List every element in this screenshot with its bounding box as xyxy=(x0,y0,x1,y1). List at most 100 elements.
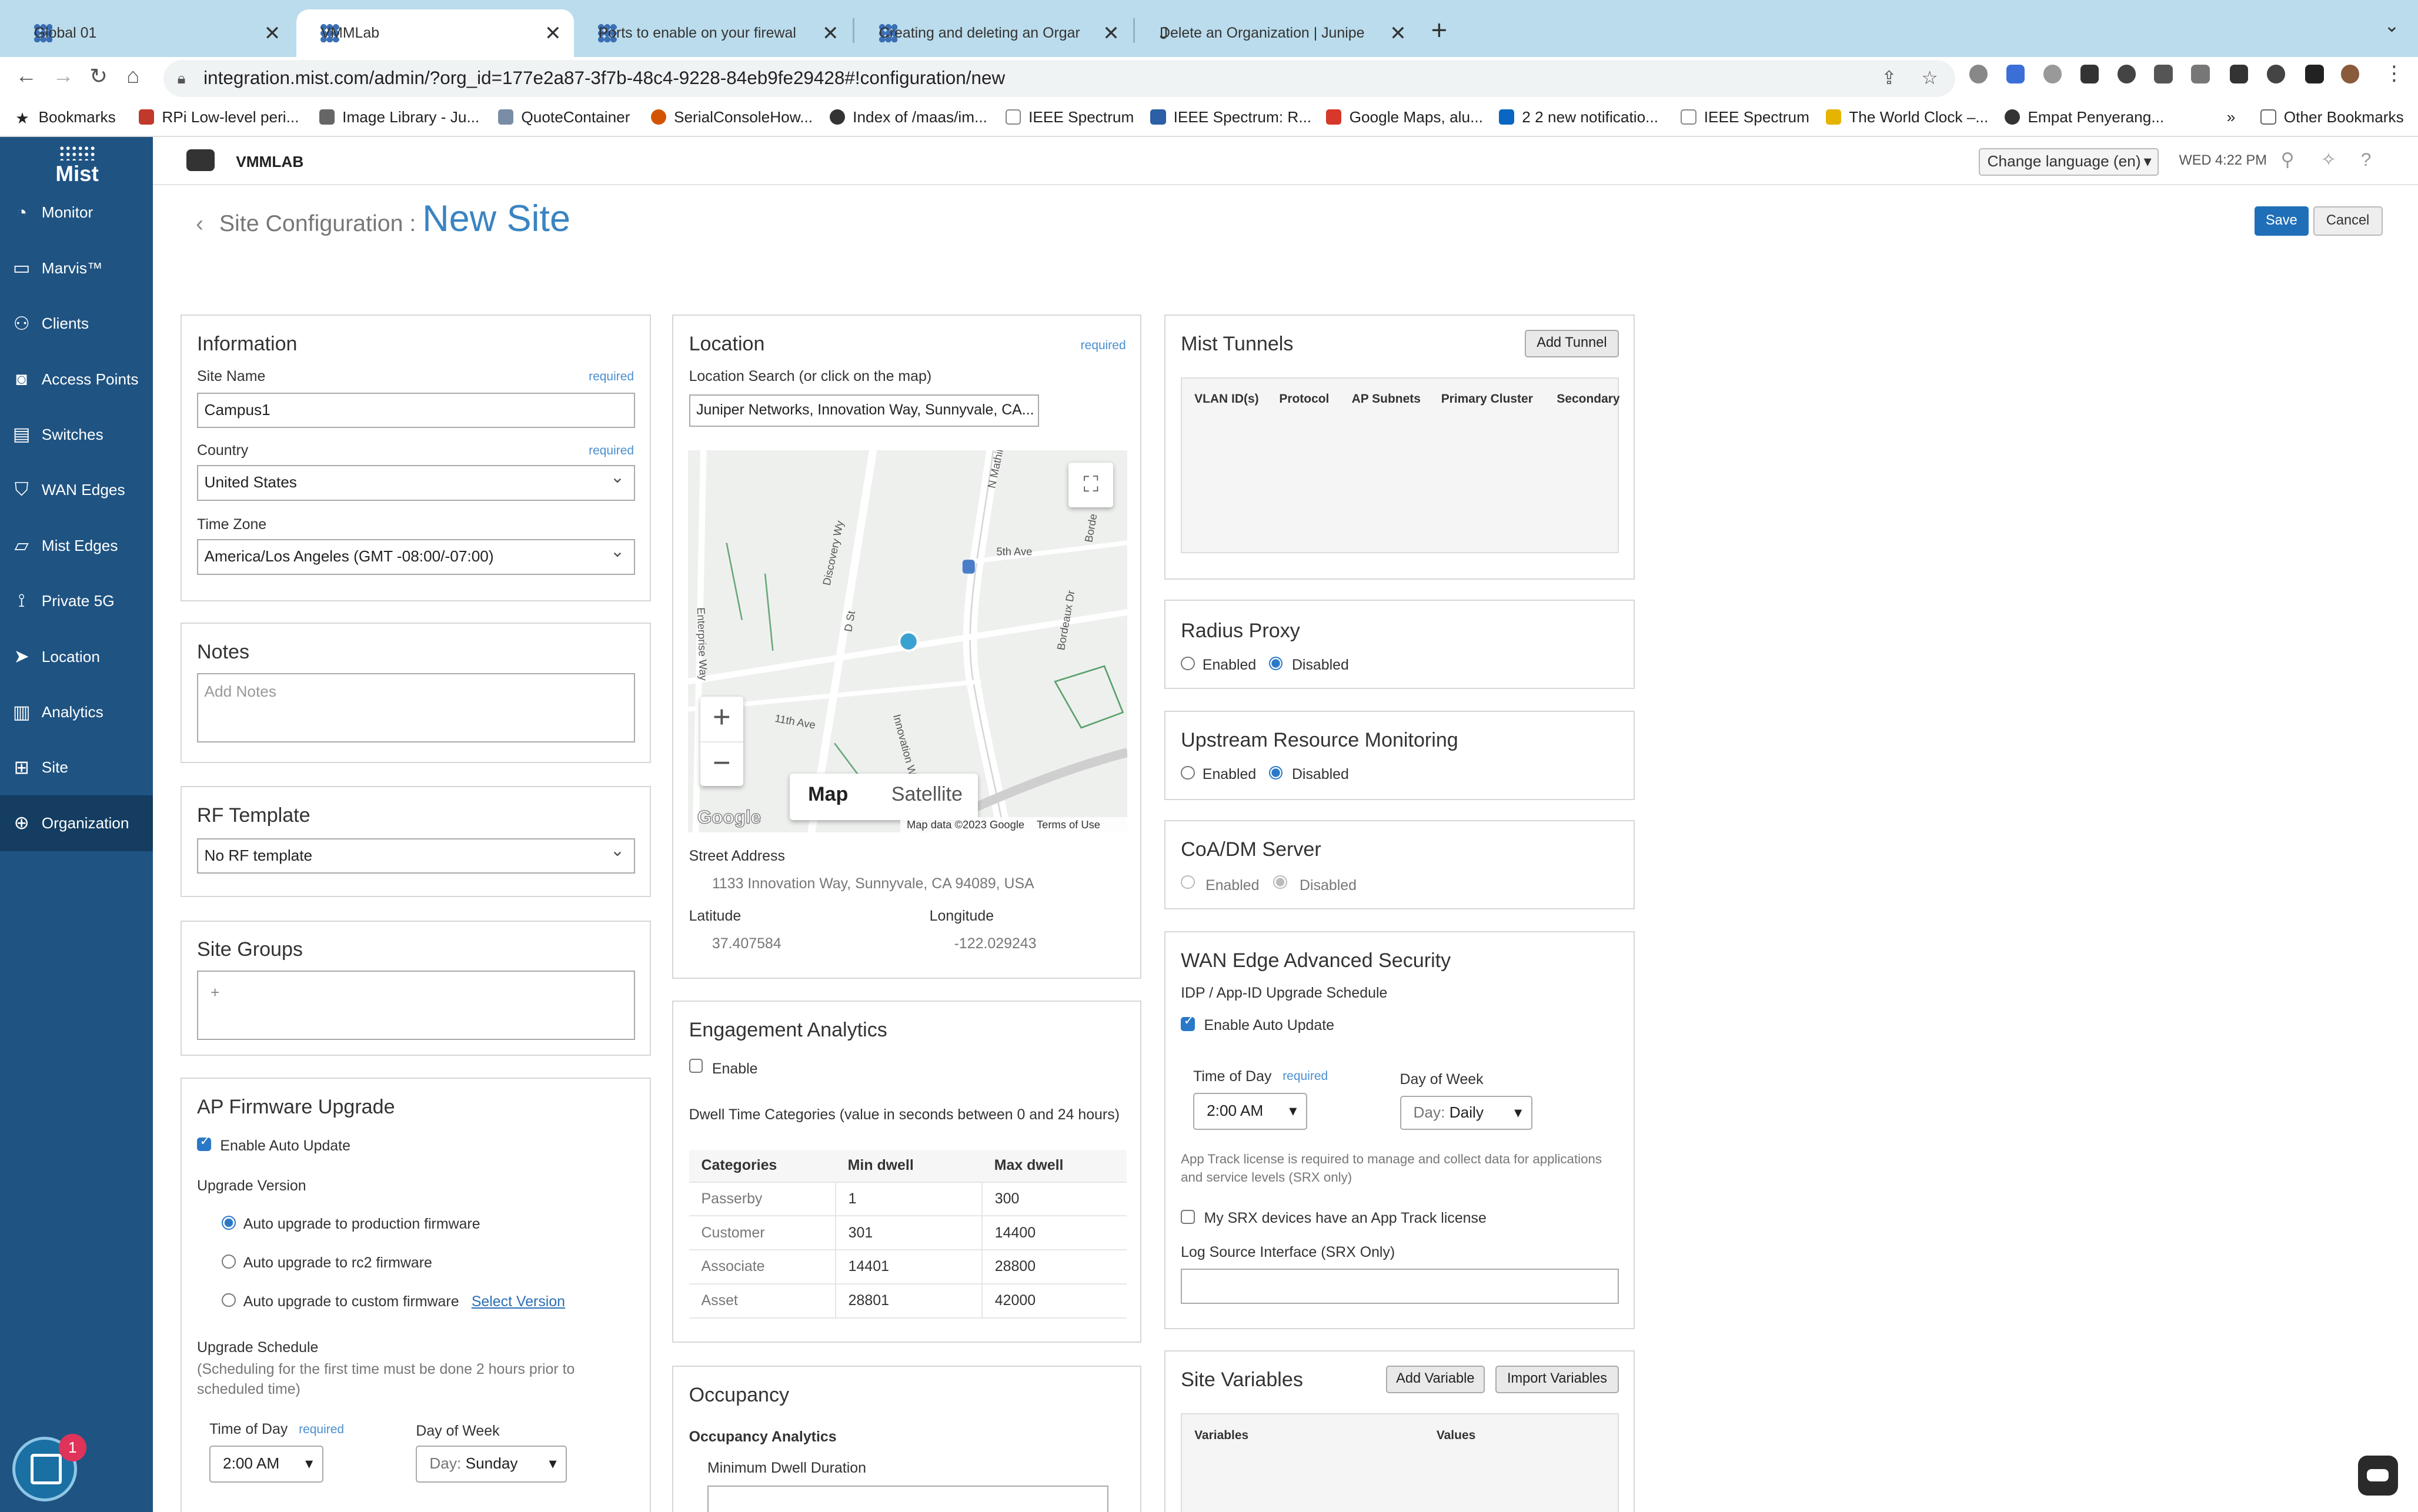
notes-textarea[interactable]: Add Notes xyxy=(197,673,635,743)
translate-icon[interactable] xyxy=(2006,65,2025,83)
radius-enabled-radio[interactable] xyxy=(1181,656,1195,671)
upstream-disabled-radio[interactable] xyxy=(1268,765,1283,780)
browser-tab-active[interactable]: VMMLab ✕ xyxy=(296,9,574,58)
close-icon[interactable]: ✕ xyxy=(545,22,562,45)
engagement-enable-checkbox[interactable] xyxy=(689,1058,703,1073)
back-arrow-icon[interactable]: ← xyxy=(15,63,37,88)
location-search-input[interactable]: Juniper Networks, Innovation Way, Sunnyv… xyxy=(689,394,1039,427)
mist-logo[interactable]: Mist xyxy=(46,145,108,186)
marvis-bot-button[interactable] xyxy=(2357,1455,2398,1496)
wan-auto-update-checkbox[interactable] xyxy=(1181,1013,1195,1031)
bookmark-item[interactable]: Empat Penyerang... xyxy=(2005,108,2164,126)
browser-tab[interactable]: Ports to enable on your firewal ✕ xyxy=(574,9,851,57)
firmware-day-select[interactable]: Day: Sunday xyxy=(416,1446,567,1483)
sidebar-item-private-5g[interactable]: ⟟ Private 5G xyxy=(0,574,153,629)
radio-rc2[interactable] xyxy=(221,1255,236,1269)
kebab-menu-icon[interactable]: ⋮ xyxy=(2384,62,2404,85)
bookmark-item[interactable]: IEEE Spectrum: R... xyxy=(1150,108,1311,126)
firmware-auto-update-checkbox[interactable] xyxy=(197,1134,211,1152)
chevron-down-icon[interactable]: ⌄ xyxy=(2384,15,2399,36)
add-tunnel-button[interactable]: Add Tunnel xyxy=(1524,329,1619,357)
bookmark-item[interactable]: ★ Bookmarks xyxy=(15,108,115,127)
table-cell[interactable]: 14401 xyxy=(835,1250,983,1284)
avatar[interactable] xyxy=(2340,65,2360,83)
extension-icon[interactable] xyxy=(2117,65,2136,83)
share-icon[interactable]: ⇪ xyxy=(1881,60,1896,97)
sidebar-item-analytics[interactable]: ▥ Analytics xyxy=(0,684,153,740)
select-version-link[interactable]: Select Version xyxy=(472,1293,565,1310)
zoom-out-button[interactable]: − xyxy=(700,741,743,786)
radio-production[interactable] xyxy=(221,1216,236,1230)
save-button[interactable]: Save xyxy=(2254,206,2309,236)
rf-template-select[interactable]: No RF template xyxy=(197,838,635,874)
radius-disabled-radio[interactable] xyxy=(1268,656,1283,671)
map-tab[interactable]: Map xyxy=(808,783,848,806)
puzzle-icon[interactable] xyxy=(2229,65,2249,83)
bookmark-item[interactable]: Google Maps, alu... xyxy=(1326,108,1483,126)
location-marker[interactable] xyxy=(897,631,919,652)
language-select[interactable]: Change language (en) xyxy=(1978,148,2159,176)
import-variables-button[interactable]: Import Variables xyxy=(1495,1365,1619,1394)
extension-icon[interactable] xyxy=(2266,65,2286,83)
home-icon[interactable]: ⌂ xyxy=(126,63,139,88)
upstream-enabled-radio[interactable] xyxy=(1181,765,1195,780)
reload-icon[interactable]: ↻ xyxy=(89,63,108,89)
browser-tab[interactable]: Global 01 ✕ xyxy=(9,9,293,57)
org-name[interactable]: VMMLAB xyxy=(236,153,303,171)
browser-tab[interactable]: Creating and deleting an Orgar ✕ xyxy=(854,9,1132,57)
close-icon[interactable]: ✕ xyxy=(1390,22,1407,45)
breadcrumb[interactable]: Site Configuration : xyxy=(219,210,416,236)
user-icon[interactable]: ⚲ xyxy=(2281,149,2295,170)
sidebar-item-clients[interactable]: ⚇ Clients xyxy=(0,296,153,351)
site-name-field[interactable]: Campus1 xyxy=(197,393,635,429)
extension-icon[interactable] xyxy=(2154,65,2173,83)
bookmark-item[interactable]: IEEE Spectrum xyxy=(1005,108,1134,126)
lightbulb-icon[interactable]: ✧ xyxy=(2321,149,2336,170)
other-bookmarks[interactable]: Other Bookmarks xyxy=(2260,108,2404,126)
radio-custom[interactable] xyxy=(221,1293,236,1307)
new-tab-button[interactable]: + xyxy=(1431,14,1448,46)
bookmark-item[interactable]: Index of /maas/im... xyxy=(829,108,987,126)
sidebar-item-organization[interactable]: ⊕ Organization xyxy=(0,795,153,851)
timezone-select[interactable]: America/Los Angeles (GMT -08:00/-07:00) xyxy=(197,539,635,575)
min-dwell-input[interactable] xyxy=(707,1486,1108,1512)
close-icon[interactable]: ✕ xyxy=(264,22,281,45)
add-variable-button[interactable]: Add Variable xyxy=(1385,1365,1485,1394)
table-cell[interactable]: 42000 xyxy=(981,1283,1127,1319)
coa-enabled-radio[interactable] xyxy=(1181,875,1195,889)
bookmark-item[interactable]: The World Clock –... xyxy=(1825,108,1988,126)
bookmarks-overflow[interactable]: » xyxy=(2227,108,2236,126)
bookmark-item[interactable]: QuoteContainer xyxy=(498,108,630,126)
close-icon[interactable]: ✕ xyxy=(822,22,839,45)
bookmark-item[interactable]: 2 2 new notificatio... xyxy=(1498,108,1658,126)
sidebar-item-switches[interactable]: ▤ Switches xyxy=(0,407,153,462)
zoom-in-button[interactable]: + xyxy=(700,697,743,741)
add-group-icon[interactable]: + xyxy=(211,976,219,1009)
site-groups-field[interactable]: + xyxy=(197,971,635,1041)
sidebar-item-monitor[interactable]: ◔ Monitor xyxy=(0,185,153,240)
table-cell[interactable]: 28800 xyxy=(981,1250,1127,1284)
log-source-input[interactable] xyxy=(1181,1268,1619,1304)
extension-icon[interactable] xyxy=(2043,65,2062,83)
extension-icon[interactable] xyxy=(2191,65,2210,83)
table-cell[interactable]: 28801 xyxy=(835,1283,983,1319)
bookmark-item[interactable]: IEEE Spectrum xyxy=(1681,108,1809,126)
sidebar-item-site[interactable]: ⊞ Site xyxy=(0,740,153,795)
wan-time-select[interactable]: 2:00 AM xyxy=(1193,1092,1308,1130)
location-map[interactable]: N Mathil 5th Ave Discovery Wy D St Enter… xyxy=(687,450,1127,833)
extension-icon[interactable] xyxy=(1969,65,1988,83)
sidebar-item-location[interactable]: ➤ Location xyxy=(0,629,153,684)
coa-disabled-radio[interactable] xyxy=(1273,875,1288,889)
fullscreen-icon[interactable]: ⛶ xyxy=(1068,462,1114,507)
bookmark-item[interactable]: SerialConsoleHow... xyxy=(650,108,813,126)
sidebar-item-mist-edges[interactable]: ▱ Mist Edges xyxy=(0,518,153,573)
country-select[interactable]: United States xyxy=(197,465,635,501)
terminal-icon[interactable] xyxy=(2080,65,2099,83)
chevron-left-icon[interactable]: ‹ xyxy=(196,210,203,236)
forward-arrow-icon[interactable]: → xyxy=(52,63,74,88)
bookmark-item[interactable]: RPi Low-level peri... xyxy=(139,108,299,126)
terms-link[interactable]: Terms of Use xyxy=(1037,818,1100,831)
app-track-checkbox[interactable] xyxy=(1181,1209,1195,1224)
firmware-time-select[interactable]: 2:00 AM xyxy=(209,1446,324,1483)
table-cell[interactable]: 300 xyxy=(981,1182,1127,1217)
